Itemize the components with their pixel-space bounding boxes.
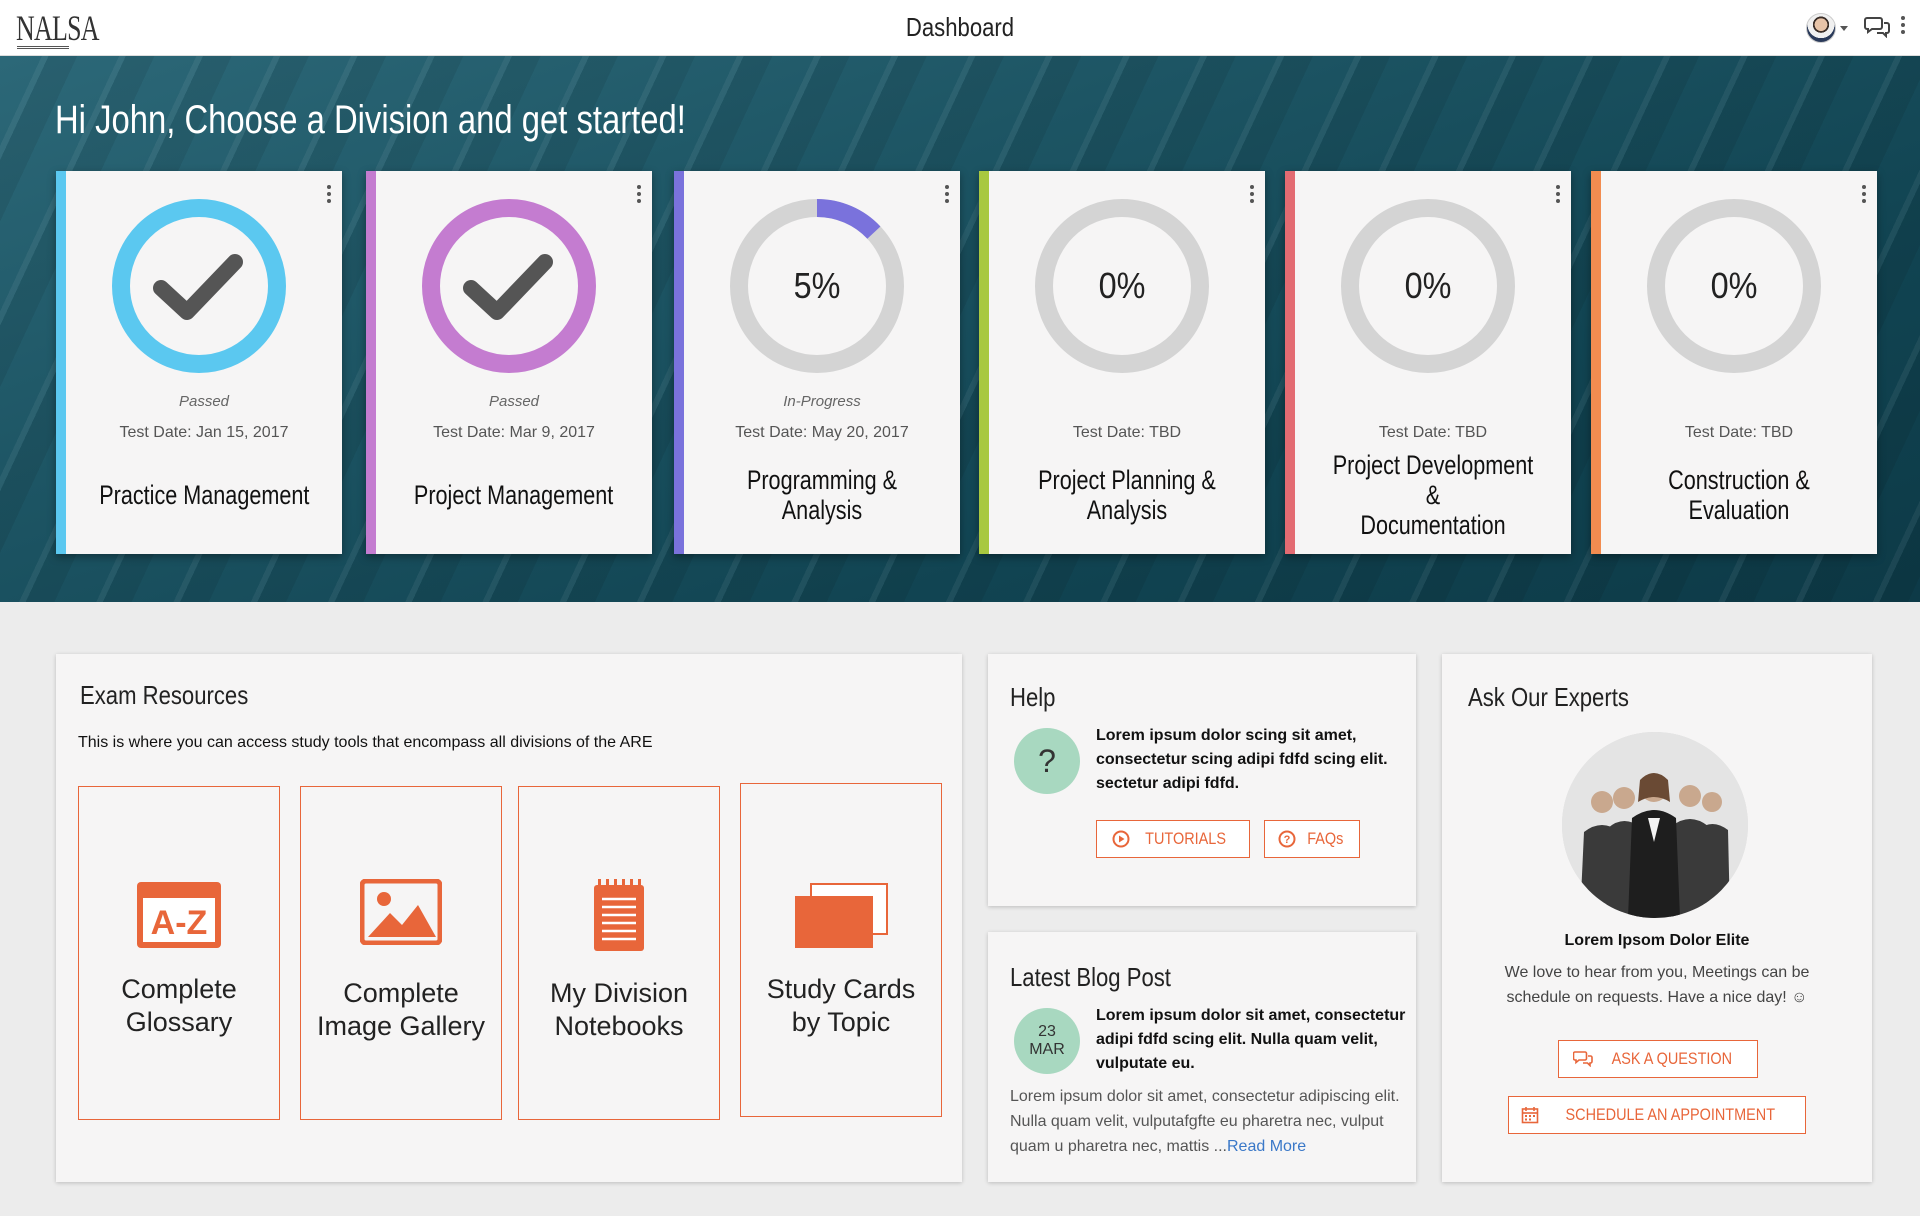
svg-text:?: ? — [1283, 834, 1290, 846]
division-color-stripe — [1591, 171, 1601, 554]
checkmark-icon — [463, 254, 553, 320]
division-card[interactable]: Passed Test Date: Jan 15, 2017 Practice Ma… — [56, 171, 342, 554]
nalsa-logo[interactable]: NALSA — [16, 8, 100, 48]
exam-resources-title: Exam Resources — [80, 680, 249, 710]
read-more-link[interactable]: Read More — [1227, 1138, 1306, 1155]
image-gallery-icon — [360, 879, 442, 945]
progress-percent: 5% — [793, 265, 841, 306]
progress-ring: 0% — [1646, 198, 1822, 374]
progress-track — [112, 199, 286, 373]
division-test-date: Test Date: TBD — [1378, 424, 1488, 441]
division-color-stripe — [56, 171, 66, 554]
card-menu-icon[interactable] — [636, 185, 642, 206]
card-menu-icon[interactable] — [326, 185, 332, 206]
division-notebooks-label: My Division Notebooks — [549, 978, 689, 1041]
progress-ring: 5% — [729, 198, 905, 374]
division-card[interactable]: 0% Test Date: TBD Project Planning & Analy… — [979, 171, 1265, 554]
image-gallery-tile[interactable]: Complete Image Gallery — [300, 786, 502, 1120]
blog-body-text: Lorem ipsum dolor sit amet, consectetur … — [1010, 1088, 1400, 1155]
blog-panel: Latest Blog Post 23 MAR Lorem ipsum dolo… — [988, 932, 1416, 1182]
division-test-date: Test Date: TBD — [1072, 424, 1182, 441]
help-title: Help — [1010, 682, 1056, 712]
tutorials-button[interactable]: TUTORIALS — [1096, 820, 1250, 858]
exam-resources-description: This is where you can access study tools… — [78, 734, 653, 751]
division-color-stripe — [674, 171, 684, 554]
a-z-glossary-icon: A-Z — [137, 882, 221, 948]
experts-team-photo — [1562, 732, 1748, 918]
chevron-down-icon[interactable] — [1840, 26, 1848, 31]
svg-text:A-Z: A-Z — [151, 904, 208, 942]
division-card[interactable]: 0% Test Date: TBD Construction & Evaluatio… — [1591, 171, 1877, 554]
glossary-label: Complete Glossary — [121, 974, 237, 1037]
study-cards-tile[interactable]: Study Cards by Topic — [740, 783, 942, 1117]
blog-date-badge: 23 MAR — [1014, 1008, 1080, 1074]
image-gallery-label: Complete Image Gallery — [316, 978, 486, 1041]
hero-banner: Hi John, Choose a Division and get start… — [0, 56, 1920, 602]
notebook-icon — [594, 879, 644, 951]
faqs-button[interactable]: ? FAQs — [1264, 820, 1360, 858]
division-name: Project Management — [414, 480, 614, 510]
progress-track — [422, 199, 596, 373]
logo-underline — [17, 46, 69, 49]
help-text: Lorem ipsum dolor scing sit amet, consec… — [1096, 727, 1388, 792]
experts-title: Ask Our Experts — [1468, 682, 1629, 712]
division-card[interactable]: Passed Test Date: Mar 9, 2017 Project Mana… — [366, 171, 652, 554]
study-cards-icon — [795, 883, 888, 948]
division-test-date: Test Date: Jan 15, 2017 — [119, 424, 289, 441]
kebab-menu-icon[interactable] — [1900, 16, 1906, 40]
progress-percent: 0% — [1710, 265, 1758, 306]
top-bar: NALSA Dashboard — [0, 0, 1920, 56]
division-name: Construction & Evaluation — [1668, 465, 1810, 525]
division-name: Programming & Analysis — [746, 465, 898, 525]
blog-title: Latest Blog Post — [1010, 962, 1171, 992]
card-menu-icon[interactable] — [1861, 185, 1867, 206]
question-mark-icon: ? — [1014, 728, 1080, 794]
division-test-date: Test Date: Mar 9, 2017 — [433, 424, 595, 441]
chat-bubbles-icon — [1573, 1051, 1593, 1067]
division-color-stripe — [366, 171, 376, 554]
progress-ring — [111, 198, 287, 374]
progress-ring: 0% — [1034, 198, 1210, 374]
page-title: Dashboard — [905, 12, 1015, 42]
experts-panel: Ask Our Experts Lorem Ipsom Dolor Elite … — [1442, 654, 1872, 1182]
card-menu-icon[interactable] — [944, 185, 950, 206]
division-status: In-Progress — [783, 393, 861, 410]
progress-percent: 0% — [1098, 265, 1146, 306]
card-menu-icon[interactable] — [1555, 185, 1561, 206]
greeting-heading: Hi John, Choose a Division and get start… — [55, 98, 686, 142]
division-name: Project Planning & Analysis — [1038, 465, 1216, 525]
blog-lead-text: Lorem ipsum dolor sit amet, consectetur … — [1096, 1007, 1406, 1072]
division-name: Practice Management — [98, 480, 310, 510]
calendar-icon — [1521, 1107, 1539, 1124]
division-notebooks-tile[interactable]: My Division Notebooks — [518, 786, 720, 1120]
division-name: Project Development & Documentation — [1332, 450, 1534, 540]
progress-ring: 0% — [1340, 198, 1516, 374]
division-card[interactable]: 0% Test Date: TBD Project Development & Do… — [1285, 171, 1571, 554]
progress-percent: 0% — [1404, 265, 1452, 306]
progress-ring — [421, 198, 597, 374]
glossary-tile[interactable]: A-Z Complete Glossary — [78, 786, 280, 1120]
division-card[interactable]: 5% In-Progress Test Date: May 20, 2017 Prog… — [674, 171, 960, 554]
study-cards-label: Study Cards by Topic — [766, 974, 916, 1037]
card-menu-icon[interactable] — [1249, 185, 1255, 206]
help-panel: Help ? Lorem ipsum dolor scing sit amet,… — [988, 654, 1416, 906]
checkmark-icon — [153, 254, 243, 320]
help-circle-icon: ? — [1278, 830, 1296, 848]
division-test-date: Test Date: May 20, 2017 — [735, 424, 909, 441]
user-avatar[interactable] — [1806, 13, 1836, 43]
division-color-stripe — [979, 171, 989, 554]
expert-name: Lorem Ipsom Dolor Elite — [1564, 932, 1750, 949]
division-status: Passed — [178, 393, 230, 410]
play-circle-icon — [1112, 830, 1130, 848]
schedule-appointment-button[interactable]: SCHEDULE AN APPOINTMENT — [1508, 1096, 1806, 1134]
division-color-stripe — [1285, 171, 1295, 554]
ask-question-button[interactable]: ASK A QUESTION — [1558, 1040, 1758, 1078]
exam-resources-panel: Exam Resources This is where you can acc… — [56, 654, 962, 1182]
division-status: Passed — [488, 393, 540, 410]
chat-bubbles-icon[interactable] — [1864, 16, 1890, 38]
division-test-date: Test Date: TBD — [1684, 424, 1794, 441]
expert-description: We love to hear from you, Meetings can b… — [1504, 964, 1810, 1006]
